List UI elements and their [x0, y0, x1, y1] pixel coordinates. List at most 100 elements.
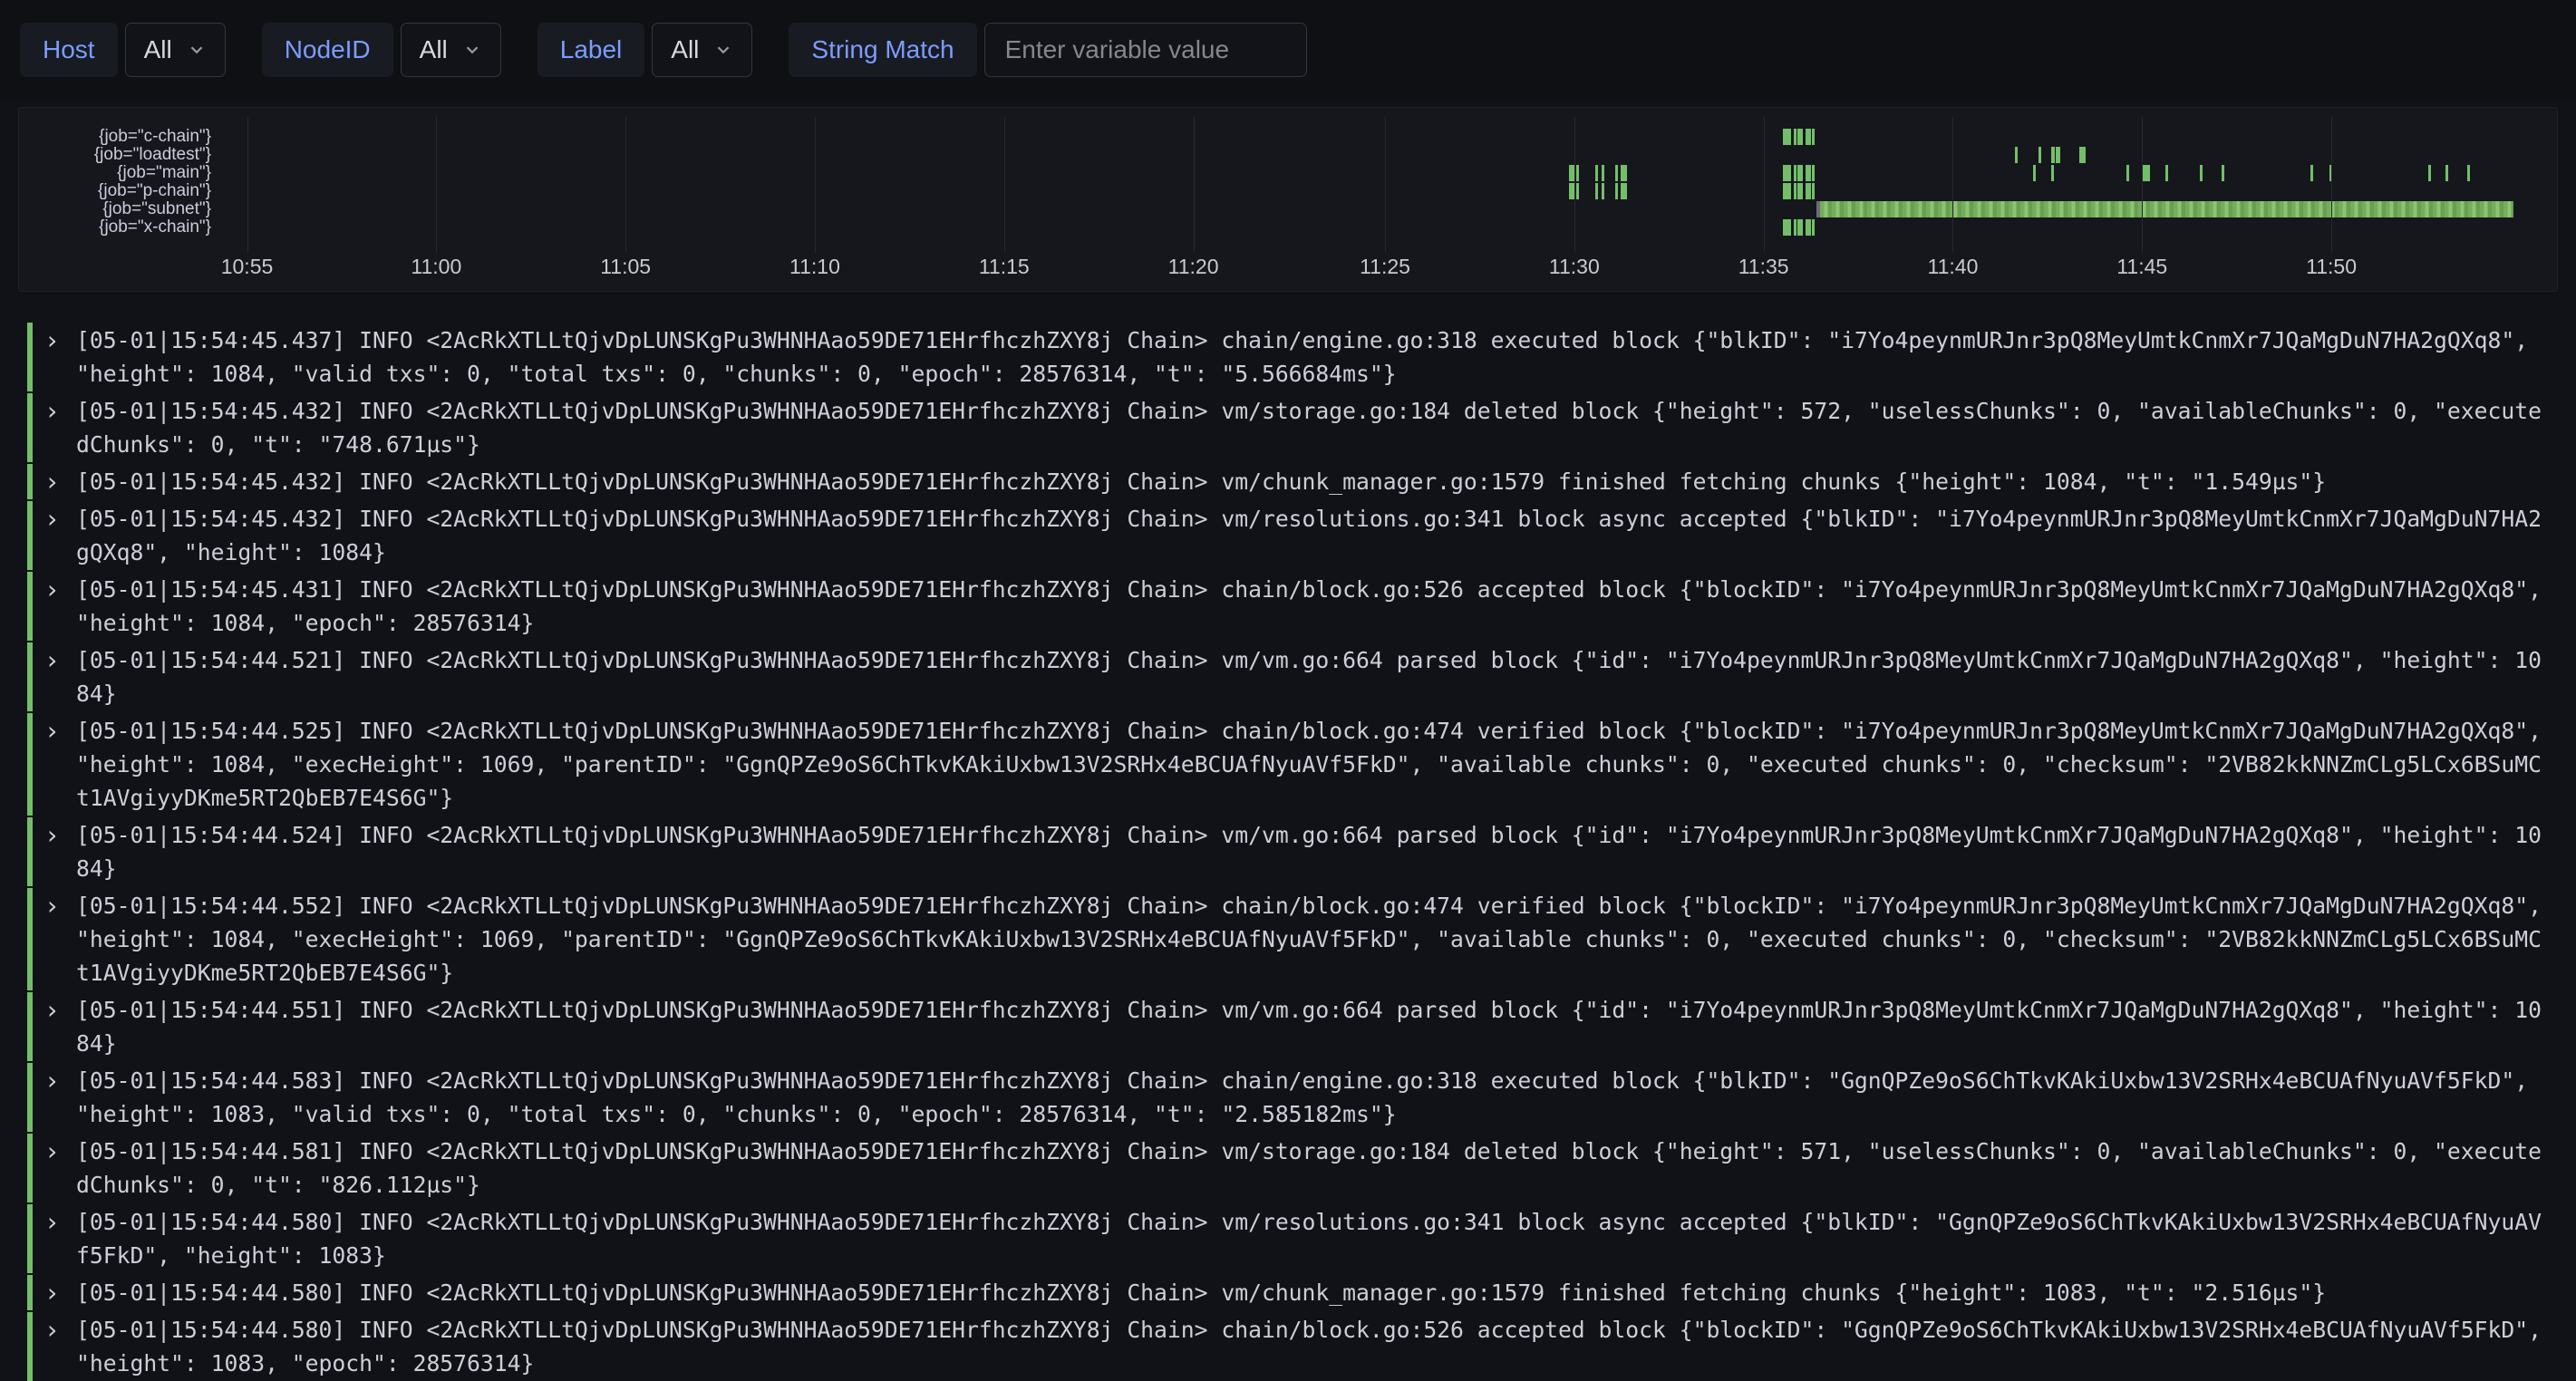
- expand-chevron-icon[interactable]: ›: [47, 993, 76, 1027]
- log-volume-bar: [1797, 219, 1803, 236]
- log-row[interactable]: ›[05-01|15:54:44.524] INFO <2AcRkXTLLtQj…: [27, 817, 2556, 886]
- log-volume-bar: [1595, 165, 1598, 181]
- x-axis-tick: 11:45: [2116, 255, 2167, 279]
- expand-chevron-icon[interactable]: ›: [47, 324, 76, 357]
- variable-label-string-match[interactable]: String Match: [789, 23, 976, 77]
- log-row[interactable]: ›[05-01|15:54:44.581] INFO <2AcRkXTLLtQj…: [27, 1134, 2556, 1202]
- log-row[interactable]: ›[05-01|15:54:45.432] INFO <2AcRkXTLLtQj…: [27, 393, 2556, 462]
- string-match-input[interactable]: [984, 23, 1307, 77]
- variable-select-nodeid[interactable]: All: [401, 23, 501, 77]
- log-line-text: [05-01|15:54:44.524] INFO <2AcRkXTLLtQjv…: [76, 818, 2551, 885]
- variable-group-string-match: String Match: [789, 23, 1306, 77]
- log-volume-bar: [1808, 219, 1811, 236]
- log-volume-bar: [1797, 129, 1803, 145]
- variable-label-host[interactable]: Host: [20, 23, 118, 77]
- log-line-text: [05-01|15:54:44.525] INFO <2AcRkXTLLtQjv…: [76, 714, 2551, 815]
- x-axis-tick: 11:30: [1549, 255, 1600, 279]
- lane-label: {job="subnet"}: [19, 200, 211, 218]
- log-volume-bar: [1602, 183, 1604, 199]
- log-line-text: [05-01|15:54:45.432] INFO <2AcRkXTLLtQjv…: [76, 502, 2551, 569]
- expand-chevron-icon[interactable]: ›: [47, 643, 76, 677]
- log-volume-bar: [1576, 183, 1579, 199]
- expand-chevron-icon[interactable]: ›: [47, 889, 76, 922]
- log-row[interactable]: ›[05-01|15:54:45.437] INFO <2AcRkXTLLtQj…: [27, 323, 2556, 391]
- expand-chevron-icon[interactable]: ›: [47, 1064, 76, 1097]
- x-axis-tick: 11:35: [1738, 255, 1789, 279]
- lane-labels: {job="c-chain"}{job="loadtest"}{job="mai…: [19, 128, 211, 237]
- log-row[interactable]: ›[05-01|15:54:45.432] INFO <2AcRkXTLLtQj…: [27, 501, 2556, 570]
- gridline: [1764, 117, 1765, 253]
- gridline: [2142, 117, 2143, 253]
- chevron-down-icon: [713, 40, 733, 60]
- x-axis-tick: 11:00: [411, 255, 461, 279]
- log-volume-bar: [1812, 183, 1815, 199]
- log-volume-bar: [2143, 165, 2150, 181]
- variable-group-nodeid: NodeID All: [262, 23, 501, 77]
- log-volume-bar: [1797, 165, 1803, 181]
- variable-label-label[interactable]: Label: [537, 23, 645, 77]
- log-volume-panel[interactable]: {job="c-chain"}{job="loadtest"}{job="mai…: [18, 107, 2558, 292]
- log-line-text: [05-01|15:54:45.437] INFO <2AcRkXTLLtQjv…: [76, 324, 2551, 391]
- log-volume-bar: [1812, 165, 1815, 181]
- log-volume-bar: [1794, 183, 1796, 199]
- gridline: [2331, 117, 2332, 253]
- gridline: [1574, 117, 1575, 253]
- expand-chevron-icon[interactable]: ›: [47, 573, 76, 606]
- expand-chevron-icon[interactable]: ›: [47, 465, 76, 498]
- log-line-text: [05-01|15:54:44.583] INFO <2AcRkXTLLtQjv…: [76, 1064, 2551, 1131]
- x-axis-tick: 11:40: [1928, 255, 1979, 279]
- log-volume-bar: [2033, 165, 2036, 181]
- x-axis: 10:5511:0011:0511:1011:1511:2011:2511:30…: [217, 255, 2553, 284]
- expand-chevron-icon[interactable]: ›: [47, 1313, 76, 1347]
- log-volume-bar: [1808, 165, 1811, 181]
- expand-chevron-icon[interactable]: ›: [47, 1276, 76, 1309]
- log-row[interactable]: ›[05-01|15:54:44.552] INFO <2AcRkXTLLtQj…: [27, 888, 2556, 990]
- variable-value-host: All: [144, 35, 172, 64]
- log-volume-bar: [1576, 165, 1579, 181]
- log-volume-bar: [1794, 129, 1796, 145]
- log-row[interactable]: ›[05-01|15:54:45.432] INFO <2AcRkXTLLtQj…: [27, 464, 2556, 499]
- x-axis-tick: 11:25: [1360, 255, 1410, 279]
- log-line-text: [05-01|15:54:45.432] INFO <2AcRkXTLLtQjv…: [76, 465, 2551, 498]
- log-row[interactable]: ›[05-01|15:54:44.583] INFO <2AcRkXTLLtQj…: [27, 1063, 2556, 1132]
- log-volume-bar: [1808, 129, 1811, 145]
- log-list: ›[05-01|15:54:45.437] INFO <2AcRkXTLLtQj…: [27, 323, 2556, 1381]
- variable-label-nodeid[interactable]: NodeID: [262, 23, 393, 77]
- lane-label: {job="loadtest"}: [19, 146, 211, 164]
- gridline: [247, 117, 248, 253]
- variable-value-label: All: [671, 35, 699, 64]
- log-row[interactable]: ›[05-01|15:54:44.580] INFO <2AcRkXTLLtQj…: [27, 1312, 2556, 1381]
- log-volume-bar: [2467, 165, 2470, 181]
- expand-chevron-icon[interactable]: ›: [47, 502, 76, 536]
- log-row[interactable]: ›[05-01|15:54:44.551] INFO <2AcRkXTLLtQj…: [27, 992, 2556, 1061]
- variable-group-label: Label All: [537, 23, 753, 77]
- log-row[interactable]: ›[05-01|15:54:44.525] INFO <2AcRkXTLLtQj…: [27, 713, 2556, 816]
- log-volume-bar: [1808, 183, 1811, 199]
- lane-label: {job="p-chain"}: [19, 182, 211, 200]
- log-volume-bar: [1816, 201, 2513, 217]
- x-axis-tick: 11:05: [600, 255, 651, 279]
- expand-chevron-icon[interactable]: ›: [47, 714, 76, 748]
- variable-value-nodeid: All: [420, 35, 448, 64]
- expand-chevron-icon[interactable]: ›: [47, 818, 76, 852]
- log-row[interactable]: ›[05-01|15:54:44.521] INFO <2AcRkXTLLtQj…: [27, 642, 2556, 711]
- log-volume-bar: [1621, 165, 1627, 181]
- log-volume-bar: [1794, 165, 1796, 181]
- expand-chevron-icon[interactable]: ›: [47, 1135, 76, 1168]
- log-volume-bar: [1783, 219, 1791, 236]
- log-row[interactable]: ›[05-01|15:54:44.580] INFO <2AcRkXTLLtQj…: [27, 1204, 2556, 1273]
- log-volume-bar: [1794, 219, 1796, 236]
- variable-group-host: Host All: [20, 23, 226, 77]
- log-volume-bar: [1806, 129, 1808, 145]
- log-line-text: [05-01|15:54:44.580] INFO <2AcRkXTLLtQjv…: [76, 1313, 2551, 1380]
- log-volume-bar: [2056, 147, 2059, 163]
- expand-chevron-icon[interactable]: ›: [47, 394, 76, 428]
- expand-chevron-icon[interactable]: ›: [47, 1205, 76, 1239]
- log-volume-bar: [1595, 183, 1598, 199]
- log-volume-bar: [1812, 219, 1815, 236]
- variable-select-label[interactable]: All: [652, 23, 752, 77]
- log-line-text: [05-01|15:54:44.580] INFO <2AcRkXTLLtQjv…: [76, 1276, 2551, 1309]
- variable-select-host[interactable]: All: [125, 23, 226, 77]
- log-row[interactable]: ›[05-01|15:54:44.580] INFO <2AcRkXTLLtQj…: [27, 1275, 2556, 1310]
- log-row[interactable]: ›[05-01|15:54:45.431] INFO <2AcRkXTLLtQj…: [27, 572, 2556, 641]
